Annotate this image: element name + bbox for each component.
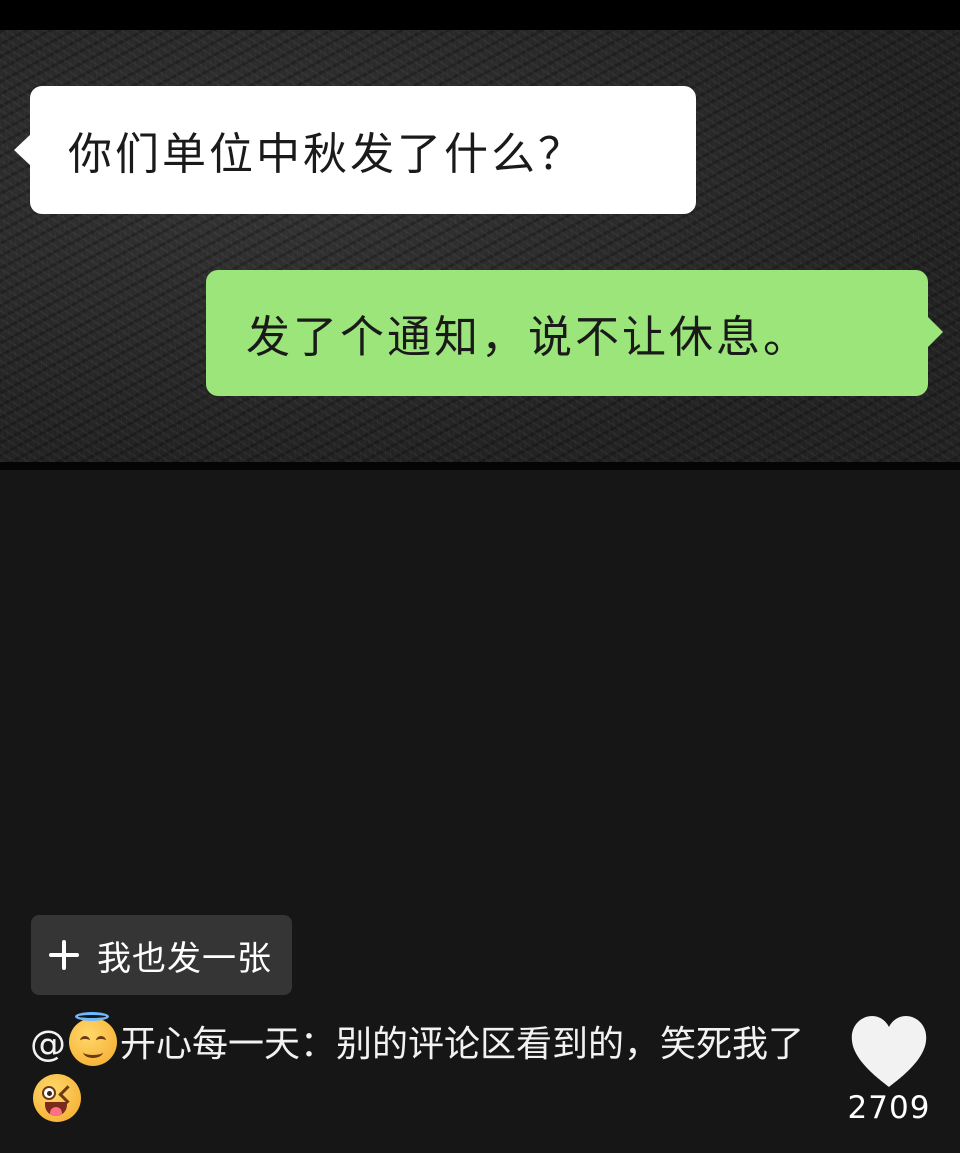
like-count: 2709 bbox=[847, 1090, 931, 1126]
outgoing-bubble-tail bbox=[927, 316, 943, 348]
heart-icon bbox=[851, 1016, 927, 1087]
caption-text: ：别的评论区看到的，笑死我了 bbox=[300, 1024, 805, 1065]
outgoing-message-bubble: 发了个通知，说不让休息。 bbox=[206, 270, 943, 396]
incoming-message-bubble: 你们单位中秋发了什么？ bbox=[14, 86, 696, 214]
image-top-border bbox=[0, 0, 960, 30]
smiling-face-with-halo-icon bbox=[69, 1012, 117, 1066]
incoming-message-text: 你们单位中秋发了什么？ bbox=[68, 129, 585, 180]
outgoing-message-text: 发了个通知，说不让休息。 bbox=[246, 312, 810, 363]
plus-icon bbox=[49, 940, 79, 970]
post-one-too-button[interactable]: 我也发一张 bbox=[31, 915, 292, 995]
post-button-label: 我也发一张 bbox=[97, 938, 272, 979]
mention-prefix: @ bbox=[30, 1024, 66, 1065]
author-name[interactable]: 开心每一天 bbox=[120, 1024, 300, 1065]
winking-face-with-tongue-icon bbox=[33, 1074, 81, 1122]
chat-screenshot-image[interactable]: 你们单位中秋发了什么？ 发了个通知，说不让休息。 bbox=[0, 0, 960, 470]
incoming-bubble-tail bbox=[14, 134, 31, 166]
like-button[interactable] bbox=[850, 1015, 928, 1089]
image-bottom-border bbox=[0, 462, 960, 470]
post-caption: @ 开心每一天：别的评论区看到的，笑死我了 bbox=[30, 1012, 820, 1129]
